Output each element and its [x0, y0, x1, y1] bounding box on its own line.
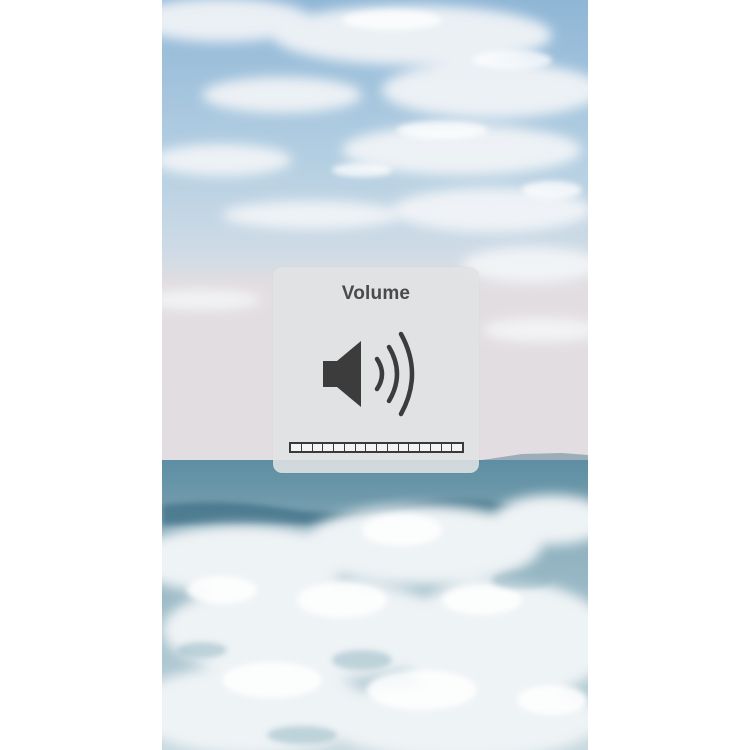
volume-level-segment: [452, 444, 462, 451]
volume-level-segment: [323, 444, 333, 451]
volume-level-segment: [301, 444, 312, 451]
volume-level-segment: [398, 444, 409, 451]
volume-level-segment: [377, 444, 387, 451]
speaker-high-volume-icon: [323, 331, 415, 417]
page: Volume: [0, 0, 750, 750]
volume-level-segment: [355, 444, 366, 451]
volume-level-segment: [291, 444, 301, 451]
volume-level-segment: [366, 444, 376, 451]
volume-level-meter: [289, 442, 464, 453]
volume-level-segment: [344, 444, 355, 451]
volume-level-segment: [441, 444, 452, 451]
phone-screen: Volume: [162, 0, 588, 750]
volume-level-segment: [387, 444, 398, 451]
volume-level-segment: [420, 444, 430, 451]
volume-hud-title: Volume: [341, 283, 411, 304]
volume-hud: Volume: [273, 267, 479, 473]
volume-level-segment: [409, 444, 419, 451]
volume-level-segment: [312, 444, 323, 451]
volume-level-segment: [430, 444, 441, 451]
volume-level-segment: [334, 444, 344, 451]
